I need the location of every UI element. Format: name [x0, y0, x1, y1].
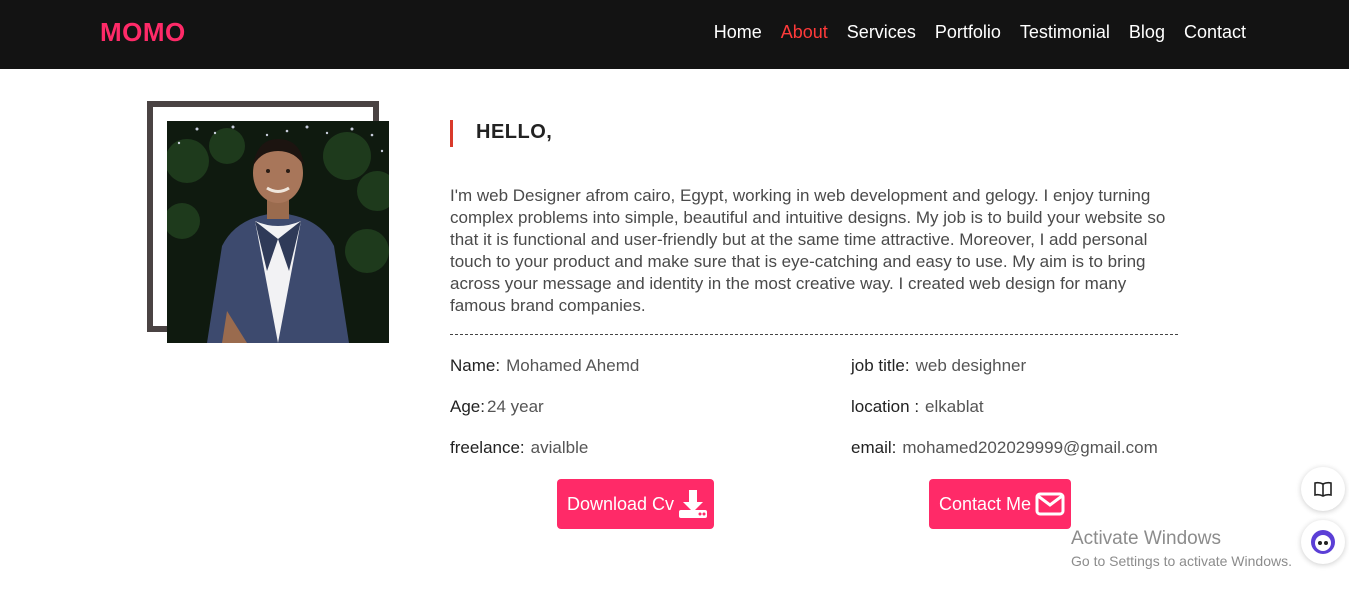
download-icon [679, 490, 708, 518]
activate-windows-subtitle: Go to Settings to activate Windows. [1071, 553, 1292, 569]
main-nav: Home About Services Portfolio Testimonia… [714, 22, 1246, 43]
about-bio: I'm web Designer afrom cairo, Egypt, wor… [450, 186, 1166, 315]
profile-photo-illustration [167, 121, 389, 343]
info-age-value: 24 year [486, 397, 544, 416]
info-freelance-label: freelance: [450, 438, 525, 457]
info-age: Age: 24 year [450, 397, 544, 417]
contact-me-button[interactable]: Contact Me [929, 479, 1071, 529]
heading-accent-bar [450, 120, 453, 147]
nav-services[interactable]: Services [847, 22, 916, 43]
info-email-value[interactable]: mohamed202029999@gmail.com [902, 438, 1157, 457]
nav-testimonial[interactable]: Testimonial [1020, 22, 1110, 43]
assistant-float-button[interactable] [1301, 520, 1345, 564]
site-logo[interactable]: MOMO [100, 17, 186, 48]
info-job: job title: web desighner [851, 356, 1026, 376]
info-name: Name: Mohamed Ahemd [450, 356, 639, 376]
nav-about[interactable]: About [781, 22, 828, 43]
nav-home[interactable]: Home [714, 22, 762, 43]
download-cv-label: Download Cv [567, 493, 675, 514]
contact-me-label: Contact Me [939, 493, 1032, 514]
info-freelance: freelance: avialble [450, 438, 588, 458]
info-age-label: Age: [450, 397, 485, 416]
activate-windows-title: Activate Windows [1071, 528, 1221, 549]
info-location-label: location : [851, 397, 920, 416]
info-freelance-value: avialble [530, 438, 589, 457]
profile-photo [167, 121, 389, 343]
assistant-face-icon [1311, 530, 1335, 554]
info-name-value: Mohamed Ahemd [506, 356, 640, 375]
info-job-value: web desighner [915, 356, 1027, 375]
info-name-label: Name: [450, 356, 501, 375]
book-icon [1314, 481, 1332, 497]
info-email: email: mohamed202029999@gmail.com [851, 438, 1158, 458]
reader-float-button[interactable] [1301, 467, 1345, 511]
info-job-label: job title: [851, 356, 910, 375]
download-cv-button[interactable]: Download Cv [557, 479, 714, 529]
info-location-value: elkablat [925, 397, 984, 416]
nav-blog[interactable]: Blog [1129, 22, 1165, 43]
envelope-icon [1035, 492, 1065, 516]
navbar: MOMO Home About Services Portfolio Testi… [0, 0, 1349, 69]
info-divider [450, 334, 1178, 335]
info-location: location : elkablat [851, 397, 984, 417]
info-email-label: email: [851, 438, 897, 457]
about-heading: HELLO, [476, 121, 553, 143]
nav-portfolio[interactable]: Portfolio [935, 22, 1001, 43]
nav-contact[interactable]: Contact [1184, 22, 1246, 43]
